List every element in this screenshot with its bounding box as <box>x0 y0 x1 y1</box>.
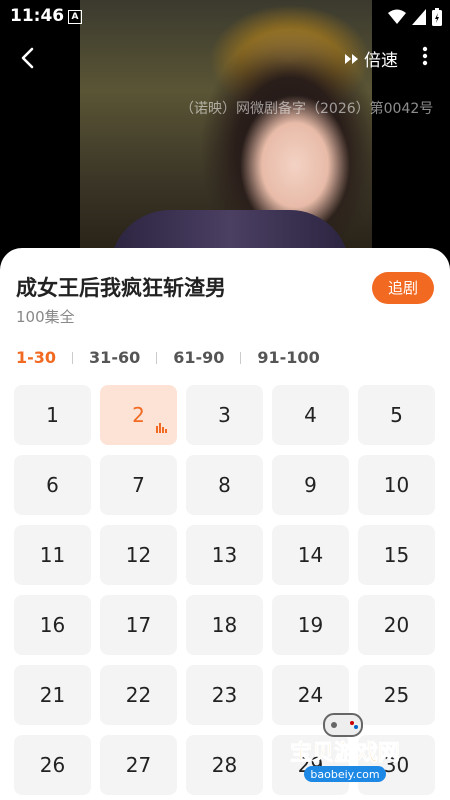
notification-a-icon: A <box>68 10 82 24</box>
episode-cell[interactable]: 21 <box>14 665 91 725</box>
watermark-url: baobeiy.com <box>310 768 379 781</box>
now-playing-icon <box>156 423 167 433</box>
episode-cell[interactable]: 4 <box>272 385 349 445</box>
episode-cell[interactable]: 18 <box>186 595 263 655</box>
site-watermark: 宝贝游戏网 baobeiy.com <box>270 708 420 788</box>
episode-cell[interactable]: 28 <box>186 735 263 795</box>
episode-range-tabs: 1-30 31-60 61-90 91-100 <box>16 348 320 367</box>
speed-button[interactable]: 倍速 <box>344 46 398 71</box>
video-player[interactable]: （诺映）网微剧备字（2026）第0042号 <box>0 0 450 260</box>
signal-icon <box>412 9 426 25</box>
status-bar: 11:46 A <box>0 0 450 34</box>
episode-count: 100集全 <box>16 308 75 326</box>
episode-cell[interactable]: 6 <box>14 455 91 515</box>
tab-range-2[interactable]: 31-60 <box>89 348 140 367</box>
episode-cell[interactable]: 12 <box>100 525 177 585</box>
tab-range-4[interactable]: 91-100 <box>257 348 319 367</box>
tab-divider <box>156 351 158 364</box>
episode-cell[interactable]: 2 <box>100 385 177 445</box>
episode-cell[interactable]: 14 <box>272 525 349 585</box>
episode-cell[interactable]: 20 <box>358 595 435 655</box>
license-text: （诺映）网微剧备字（2026）第0042号 <box>180 101 434 117</box>
episode-cell[interactable]: 15 <box>358 525 435 585</box>
speed-label: 倍速 <box>364 51 398 71</box>
follow-button[interactable]: 追剧 <box>372 272 434 304</box>
more-button[interactable] <box>416 44 434 70</box>
video-frame <box>80 0 372 260</box>
episode-cell[interactable]: 22 <box>100 665 177 725</box>
drama-title: 成女王后我疯狂斩渣男 <box>16 276 226 300</box>
status-time: 11:46 <box>10 6 65 26</box>
back-button[interactable] <box>14 44 44 74</box>
chevron-left-icon <box>21 47 34 69</box>
watermark-main: 宝贝游戏网 <box>290 740 400 766</box>
wifi-icon <box>388 9 406 24</box>
episode-cell[interactable]: 7 <box>100 455 177 515</box>
episode-cell[interactable]: 8 <box>186 455 263 515</box>
episode-cell[interactable]: 11 <box>14 525 91 585</box>
tab-range-3[interactable]: 61-90 <box>173 348 224 367</box>
tab-divider <box>72 351 74 364</box>
episode-cell[interactable]: 23 <box>186 665 263 725</box>
episode-cell[interactable]: 26 <box>14 735 91 795</box>
episode-cell[interactable]: 1 <box>14 385 91 445</box>
episode-cell[interactable]: 9 <box>272 455 349 515</box>
episode-cell[interactable]: 16 <box>14 595 91 655</box>
episode-cell[interactable]: 17 <box>100 595 177 655</box>
tab-divider <box>240 351 242 364</box>
tab-range-1[interactable]: 1-30 <box>16 348 56 367</box>
speed-icon <box>345 53 358 64</box>
more-vertical-icon <box>422 46 428 66</box>
battery-icon <box>432 8 442 26</box>
episode-cell[interactable]: 19 <box>272 595 349 655</box>
episode-cell[interactable]: 13 <box>186 525 263 585</box>
episode-cell[interactable]: 10 <box>358 455 435 515</box>
episode-cell[interactable]: 5 <box>358 385 435 445</box>
episode-cell[interactable]: 27 <box>100 735 177 795</box>
status-icons <box>388 8 442 26</box>
episode-cell[interactable]: 3 <box>186 385 263 445</box>
